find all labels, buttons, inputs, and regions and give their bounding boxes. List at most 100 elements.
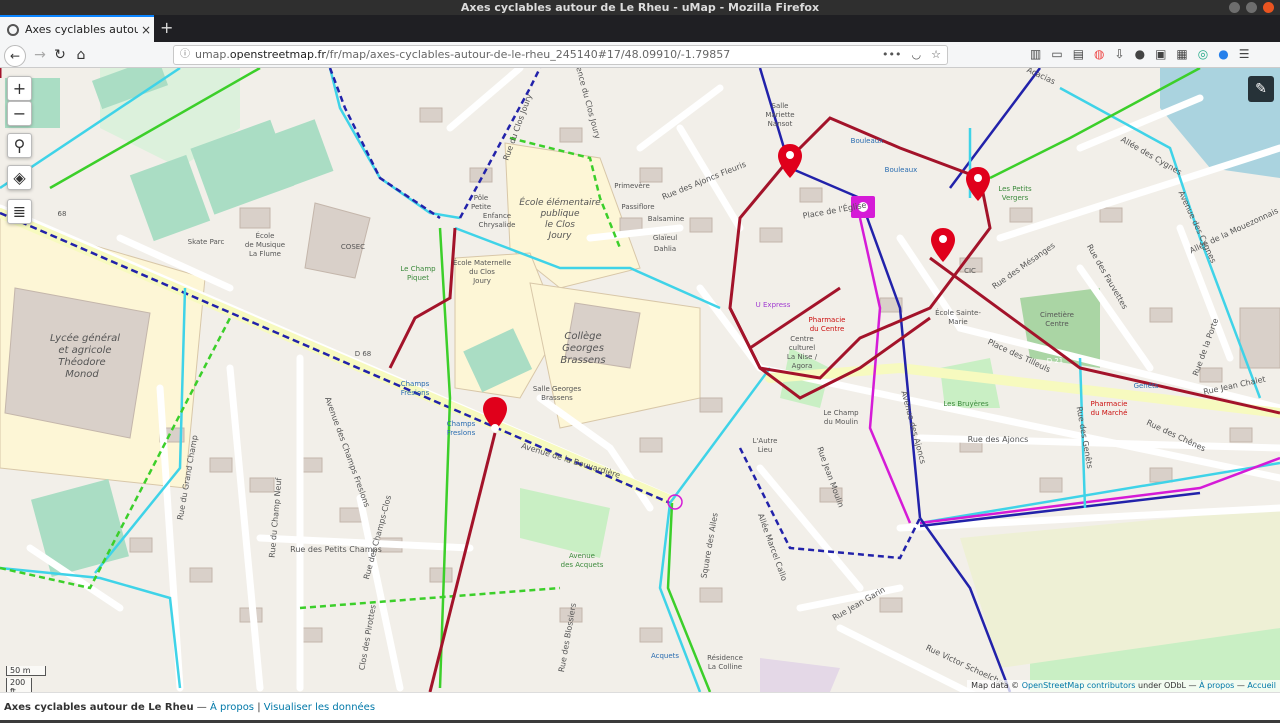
svg-text:Agora: Agora <box>792 362 813 370</box>
svg-text:Marie: Marie <box>948 318 967 326</box>
svg-text:Lieu: Lieu <box>758 446 773 454</box>
window-title: Axes cyclables autour de Le Rheu - uMap … <box>460 1 820 14</box>
tab-bar: Axes cyclables autour de Le Rheu × + <box>0 15 1280 42</box>
svg-text:Mariette: Mariette <box>765 111 794 119</box>
svg-text:et agricole: et agricole <box>58 345 111 356</box>
attribution-apropos-link[interactable]: À propos <box>1199 681 1234 690</box>
svg-text:du Moulin: du Moulin <box>824 418 858 426</box>
bookmark-star-icon[interactable]: ☆ <box>931 46 941 64</box>
svg-text:Rue des Ajoncs: Rue des Ajoncs <box>968 435 1029 444</box>
maximize-button[interactable] <box>1246 2 1257 13</box>
svg-text:Salle Georges: Salle Georges <box>533 385 582 393</box>
svg-text:Balsamine: Balsamine <box>648 215 684 223</box>
tab-title: Axes cyclables autour de Le Rheu <box>25 23 138 36</box>
svg-text:Skate Parc: Skate Parc <box>188 238 225 246</box>
window-controls <box>1229 2 1274 13</box>
home-button[interactable]: ⌂ <box>71 45 91 65</box>
zoom-in-button[interactable]: + <box>7 76 32 101</box>
svg-text:culturel: culturel <box>789 344 815 352</box>
browser-tab[interactable]: Axes cyclables autour de Le Rheu × <box>0 15 154 42</box>
svg-text:Le Champ: Le Champ <box>823 409 859 417</box>
extension-block-icon[interactable]: ▦ <box>1176 47 1187 61</box>
svg-text:Champs: Champs <box>447 420 476 428</box>
data-browser-icon[interactable]: ≣ <box>7 199 32 224</box>
svg-text:Petite: Petite <box>471 203 491 211</box>
svg-text:Piquet: Piquet <box>407 274 429 282</box>
svg-text:Champs: Champs <box>401 380 430 388</box>
zoom-out-button[interactable]: − <box>7 101 32 126</box>
svg-text:Centre: Centre <box>1045 320 1068 328</box>
minimize-button[interactable] <box>1229 2 1240 13</box>
svg-text:Salle: Salle <box>772 102 789 110</box>
svg-text:Théodore: Théodore <box>58 356 105 368</box>
svg-text:Bouleaux: Bouleaux <box>885 166 918 174</box>
extension-color-icon[interactable]: ◍ <box>1094 47 1104 61</box>
svg-text:Chrysalide: Chrysalide <box>479 221 516 229</box>
attribution-home-link[interactable]: Accueil <box>1247 681 1276 690</box>
svg-text:de Musique: de Musique <box>245 241 285 249</box>
new-tab-button[interactable]: + <box>160 18 173 37</box>
svg-text:Les Bruyères: Les Bruyères <box>943 400 989 408</box>
layers-icon[interactable]: ◈ <box>7 165 32 190</box>
svg-text:École: École <box>256 231 275 240</box>
svg-text:Le Champ: Le Champ <box>400 265 436 273</box>
share-icon[interactable]: ⚲ <box>7 133 32 158</box>
extension-badge-icon[interactable]: ▣ <box>1155 47 1166 61</box>
extension-drop-icon[interactable]: ● <box>1218 47 1228 61</box>
extension-account-icon[interactable]: ● <box>1135 47 1145 61</box>
svg-text:Dahlia: Dahlia <box>654 245 676 253</box>
library-icon[interactable]: ▥ <box>1030 47 1041 61</box>
osm-link[interactable]: OpenStreetMap contributors <box>1022 681 1136 690</box>
svg-text:du Clos: du Clos <box>469 268 495 276</box>
apropos-link[interactable]: À propos <box>210 702 254 713</box>
svg-text:La Colline: La Colline <box>708 663 742 671</box>
svg-text:Monod: Monod <box>65 369 99 380</box>
tab-close-button[interactable]: × <box>138 23 154 37</box>
svg-text:du Centre: du Centre <box>810 325 845 333</box>
svg-text:École Maternelle: École Maternelle <box>453 258 511 267</box>
svg-text:des Acquets: des Acquets <box>561 561 604 569</box>
svg-text:Lycée général: Lycée général <box>50 332 120 344</box>
pocket-icon[interactable]: ◡ <box>912 46 922 64</box>
map-tiles: Lycée général et agricole Théodore Monod… <box>0 68 1280 692</box>
svg-text:La Flume: La Flume <box>249 250 281 258</box>
extension-sync-icon[interactable]: ◎ <box>1198 47 1208 61</box>
sidebar-icon[interactable]: ▭ <box>1051 47 1062 61</box>
svg-text:Freslons: Freslons <box>447 429 476 437</box>
svg-text:Centre: Centre <box>790 335 813 343</box>
site-info-icon[interactable]: ⓘ <box>180 46 190 64</box>
svg-text:École élémentaire: École élémentaire <box>519 196 601 208</box>
svg-text:du Marché: du Marché <box>1091 409 1128 417</box>
svg-text:68: 68 <box>58 210 67 218</box>
view-data-link[interactable]: Visualiser les données <box>264 702 375 713</box>
svg-text:CIC: CIC <box>964 267 976 275</box>
svg-text:Cimetière: Cimetière <box>1040 311 1074 319</box>
svg-text:Vergers: Vergers <box>1002 194 1029 202</box>
close-window-button[interactable] <box>1263 2 1274 13</box>
map-name: Axes cyclables autour de Le Rheu <box>4 702 194 713</box>
menu-icon[interactable]: ☰ <box>1239 47 1250 61</box>
svg-text:Pharmacie: Pharmacie <box>809 316 846 324</box>
forward-button[interactable]: → <box>30 45 50 65</box>
svg-text:Fresions: Fresions <box>401 389 430 397</box>
back-button[interactable]: ← <box>4 45 26 67</box>
map-canvas[interactable]: Lycée général et agricole Théodore Monod… <box>0 68 1280 692</box>
edit-map-button[interactable]: ✎ <box>1248 76 1274 102</box>
svg-text:Bouleaux: Bouleaux <box>851 137 884 145</box>
svg-text:Passiflore: Passiflore <box>621 203 654 211</box>
reload-button[interactable]: ↻ <box>50 45 70 65</box>
svg-text:D 68: D 68 <box>355 350 372 358</box>
svg-text:Glaïeul: Glaïeul <box>653 234 677 242</box>
svg-text:Avenue: Avenue <box>569 552 595 560</box>
scale-metric: 50 m <box>6 666 46 676</box>
reader-icon[interactable]: ▤ <box>1073 47 1084 61</box>
url-bar[interactable]: ⓘ umap.openstreetmap.fr/fr/map/axes-cycl… <box>173 45 948 65</box>
svg-text:publique: publique <box>539 209 580 219</box>
svg-text:Résidence: Résidence <box>707 654 743 662</box>
page-actions-button[interactable]: ••• <box>882 46 901 64</box>
svg-text:Enfance: Enfance <box>483 212 511 220</box>
url-text: umap.openstreetmap.fr/fr/map/axes-cyclab… <box>195 48 731 61</box>
extension-download-icon[interactable]: ⇩ <box>1115 47 1125 61</box>
tab-favicon-icon <box>7 23 19 36</box>
svg-text:École Sainte-: École Sainte- <box>935 308 981 317</box>
